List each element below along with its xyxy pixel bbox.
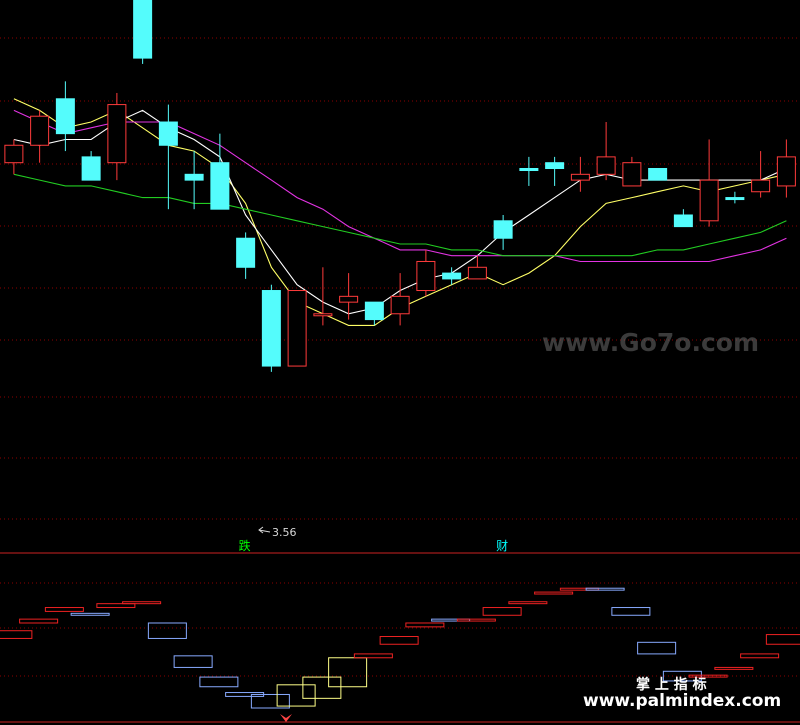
candle-body-up <box>751 179 771 193</box>
indicator-box <box>173 655 213 668</box>
candle-body-down <box>261 290 281 367</box>
candle-body-up <box>596 156 616 175</box>
candle-body-down <box>55 98 75 135</box>
indicator-box <box>714 666 754 670</box>
candle-body-up <box>416 260 436 292</box>
candle-body-down <box>184 173 204 181</box>
ma-line-magenta <box>13 109 787 263</box>
candle-body-up <box>390 295 410 315</box>
candle-body-down <box>493 220 513 239</box>
min-price-label: 3.56 <box>272 526 297 539</box>
indicator-grid <box>0 582 800 677</box>
indicator-box <box>585 587 625 591</box>
indicator-box <box>637 641 677 655</box>
indicator-box <box>353 653 393 659</box>
indicator-box <box>508 601 548 605</box>
min-price-arrow-icon <box>258 526 271 534</box>
indicator-box <box>379 636 419 645</box>
signal-label: 财 <box>496 539 508 553</box>
candle-body-up <box>699 179 719 222</box>
indicator-box <box>44 607 84 612</box>
candle-body-up <box>287 290 307 367</box>
candle-body-up <box>30 115 50 146</box>
indicator-box <box>482 607 522 616</box>
indicator-box <box>0 630 33 639</box>
candle-body-up <box>776 156 796 187</box>
candle-body-down <box>133 0 153 59</box>
bottom-marker-icon <box>280 714 292 722</box>
indicator-box <box>611 607 651 616</box>
candle-body-up <box>313 313 333 317</box>
indicator-box <box>740 653 780 659</box>
candle-body-up <box>467 266 487 280</box>
candles <box>4 0 796 372</box>
indicator-box <box>765 634 800 645</box>
candle-body-down <box>81 156 101 181</box>
candle-body-down <box>648 168 668 181</box>
candle-body-up <box>622 162 642 187</box>
candle-body-down <box>236 237 256 268</box>
indicator-box <box>405 622 445 628</box>
candle-body-up <box>570 173 590 181</box>
candle-body-down <box>158 121 178 146</box>
candle-body-down <box>519 168 539 172</box>
candlestick-chart: 跌财 3.56 www.Go7o.com 掌 上 指 标 www.palmind… <box>0 0 800 723</box>
signal-markers: 跌财 <box>237 538 512 553</box>
indicator-box <box>96 603 136 609</box>
indicator-box <box>147 622 187 639</box>
indicator-box <box>302 676 342 699</box>
indicator-box <box>456 618 496 622</box>
signal-label: 跌 <box>239 538 251 553</box>
candle-body-down <box>364 301 384 321</box>
indicator-box <box>70 612 110 616</box>
site-watermark: www.palmindex.com <box>583 691 781 711</box>
candle-body-down <box>210 162 230 210</box>
indicator-box <box>19 618 59 624</box>
candle-body-up <box>4 144 24 164</box>
candle-body-up <box>107 104 127 164</box>
indicator-box <box>534 591 574 595</box>
ma-line-green <box>13 173 787 257</box>
candle-body-up <box>339 295 359 303</box>
indicator-box <box>199 676 239 688</box>
candle-body-down <box>673 214 693 228</box>
candle-body-down <box>545 162 565 170</box>
candle-body-down <box>442 272 462 280</box>
candle-body-down <box>725 197 745 201</box>
watermark-center: www.Go7o.com <box>542 328 759 357</box>
indicator-box <box>276 684 316 707</box>
indicator-box <box>328 657 368 688</box>
indicator-box <box>122 601 162 605</box>
